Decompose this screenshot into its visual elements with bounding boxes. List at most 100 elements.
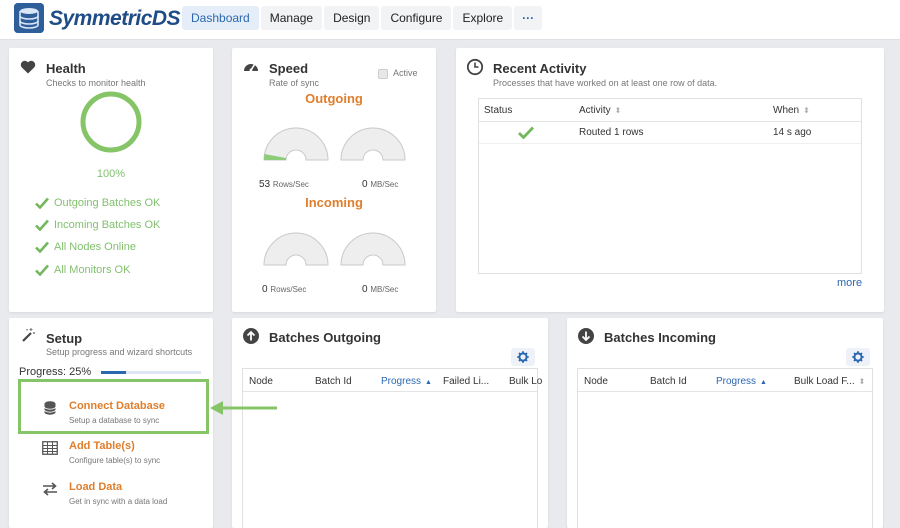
incoming-rows-rate: 0 Rows/Sec [262, 284, 306, 295]
top-bar: SymmetricDS Dashboard Manage Design Conf… [0, 0, 900, 40]
table-icon [42, 441, 58, 455]
check-nodes-online: All Nodes Online [35, 239, 136, 255]
add-tables-item[interactable]: Add Table(s) Configure table(s) to sync [9, 436, 213, 478]
sort-icon: ⬍ [803, 106, 810, 115]
rate-value: 0 [262, 284, 268, 295]
table-header: Status Activity ⬍ When ⬍ [479, 99, 861, 122]
check-icon [35, 264, 49, 276]
batches-outgoing-panel: Batches Outgoing Node Batch Id Progress ▲… [232, 318, 548, 528]
clock-icon [466, 58, 484, 76]
success-check-icon [518, 126, 535, 142]
speed-subtitle: Rate of sync [269, 78, 320, 88]
setup-progress-fill [101, 371, 126, 374]
more-link[interactable]: more [837, 277, 862, 289]
speedometer-icon [244, 64, 258, 72]
rate-unit: MB/Sec [370, 180, 399, 189]
outgoing-rows-rate: 53 Rows/Sec [259, 179, 309, 190]
column-progress[interactable]: Progress ▲ [381, 376, 432, 387]
incoming-rows-gauge [263, 232, 329, 266]
nav-dashboard[interactable]: Dashboard [182, 6, 259, 30]
column-batch-id[interactable]: Batch Id [650, 376, 687, 387]
column-label: Progress [716, 376, 757, 387]
table-row[interactable]: Routed 1 rows 14 s ago [479, 122, 861, 144]
setup-item-title: Add Table(s) [69, 440, 135, 452]
batches-incoming-title: Batches Incoming [604, 330, 716, 345]
rate-unit: MB/Sec [370, 285, 399, 294]
incoming-mb-gauge [340, 232, 406, 266]
health-ring-chart [80, 91, 142, 153]
check-label: All Monitors OK [54, 264, 131, 276]
heart-icon [20, 60, 36, 74]
main-nav: Dashboard Manage Design Configure Explor… [182, 6, 544, 30]
gear-icon [517, 351, 529, 363]
check-icon [35, 219, 49, 231]
check-outgoing-batches: Outgoing Batches OK [35, 195, 160, 211]
active-checkbox[interactable] [378, 69, 388, 79]
setup-subtitle: Setup progress and wizard shortcuts [46, 347, 193, 357]
sort-icon: ⬍ [614, 106, 622, 115]
table-header: Node Batch Id Progress ▲ Failed Li... Bul… [243, 369, 542, 392]
setup-item-title: Load Data [69, 481, 123, 493]
column-node[interactable]: Node [249, 376, 273, 387]
exchange-icon [43, 482, 57, 496]
column-batch-id[interactable]: Batch Id [315, 376, 352, 387]
nav-more-button[interactable]: ··· [514, 6, 543, 30]
incoming-settings-button[interactable] [846, 348, 870, 366]
arrow-down-circle-icon [578, 328, 594, 344]
batches-incoming-table: Node Batch Id Progress ▲ Bulk Load F... ⬍ [577, 368, 873, 528]
active-label: Active [393, 68, 418, 78]
tutorial-arrow-icon [210, 401, 277, 415]
column-label: When [773, 105, 800, 116]
column-label: Activity [579, 105, 611, 116]
recent-activity-subtitle: Processes that have worked on at least o… [493, 78, 718, 88]
app-title: SymmetricDS [49, 7, 181, 30]
rate-value: 0 [362, 179, 368, 190]
rate-value: 53 [259, 179, 271, 190]
incoming-heading: Incoming [305, 195, 363, 210]
column-failed-line[interactable]: Failed Li... [443, 376, 489, 387]
app-logo[interactable]: SymmetricDS [14, 3, 181, 33]
check-icon [35, 197, 49, 209]
column-bulk-load-flag[interactable]: Bulk Load F... ⬍ [794, 376, 865, 387]
gear-icon [852, 351, 864, 363]
nav-configure[interactable]: Configure [381, 6, 452, 30]
outgoing-rows-gauge [263, 127, 329, 161]
recent-activity-title: Recent Activity [493, 61, 587, 76]
sort-icon: ⬍ [858, 377, 866, 386]
column-bulk-load[interactable]: Bulk Lo [509, 376, 542, 387]
column-when[interactable]: When ⬍ [773, 105, 810, 116]
nav-design[interactable]: Design [324, 6, 380, 30]
rate-unit: Rows/Sec [272, 180, 309, 189]
tutorial-highlight-box [18, 379, 209, 434]
column-label: Progress [381, 376, 422, 387]
arrow-up-circle-icon [243, 328, 259, 344]
column-node[interactable]: Node [584, 376, 608, 387]
check-incoming-batches: Incoming Batches OK [35, 217, 160, 233]
nav-manage[interactable]: Manage [260, 6, 323, 30]
sort-ascending-icon: ▲ [425, 379, 432, 386]
rate-unit: Rows/Sec [270, 285, 307, 294]
column-status[interactable]: Status [484, 105, 512, 116]
nav-explore[interactable]: Explore [453, 6, 513, 30]
magic-wand-icon [22, 328, 35, 342]
recent-activity-panel: Recent Activity Processes that have work… [456, 48, 884, 312]
load-data-item[interactable]: Load Data Get in sync with a data load [9, 477, 213, 519]
batches-outgoing-title: Batches Outgoing [269, 330, 381, 345]
column-progress[interactable]: Progress ▲ [716, 376, 767, 387]
table-header: Node Batch Id Progress ▲ Bulk Load F... ⬍ [578, 369, 872, 392]
check-icon [35, 241, 49, 253]
health-title: Health [46, 61, 86, 76]
setup-progress-bar [101, 371, 201, 374]
setup-item-desc: Configure table(s) to sync [69, 456, 161, 465]
column-activity[interactable]: Activity ⬍ [579, 105, 621, 116]
health-panel: Health Checks to monitor health 100% Out… [9, 48, 213, 312]
check-label: Outgoing Batches OK [54, 197, 161, 209]
health-percent: 100% [96, 168, 126, 180]
database-logo-icon [14, 3, 44, 33]
outgoing-settings-button[interactable] [511, 348, 535, 366]
column-label: Bulk Load F... [794, 376, 855, 387]
check-monitors-ok: All Monitors OK [35, 262, 130, 278]
when-cell: 14 s ago [773, 127, 812, 138]
setup-progress-label: Progress: 25% [19, 366, 92, 378]
setup-item-desc: Get in sync with a data load [69, 497, 168, 506]
